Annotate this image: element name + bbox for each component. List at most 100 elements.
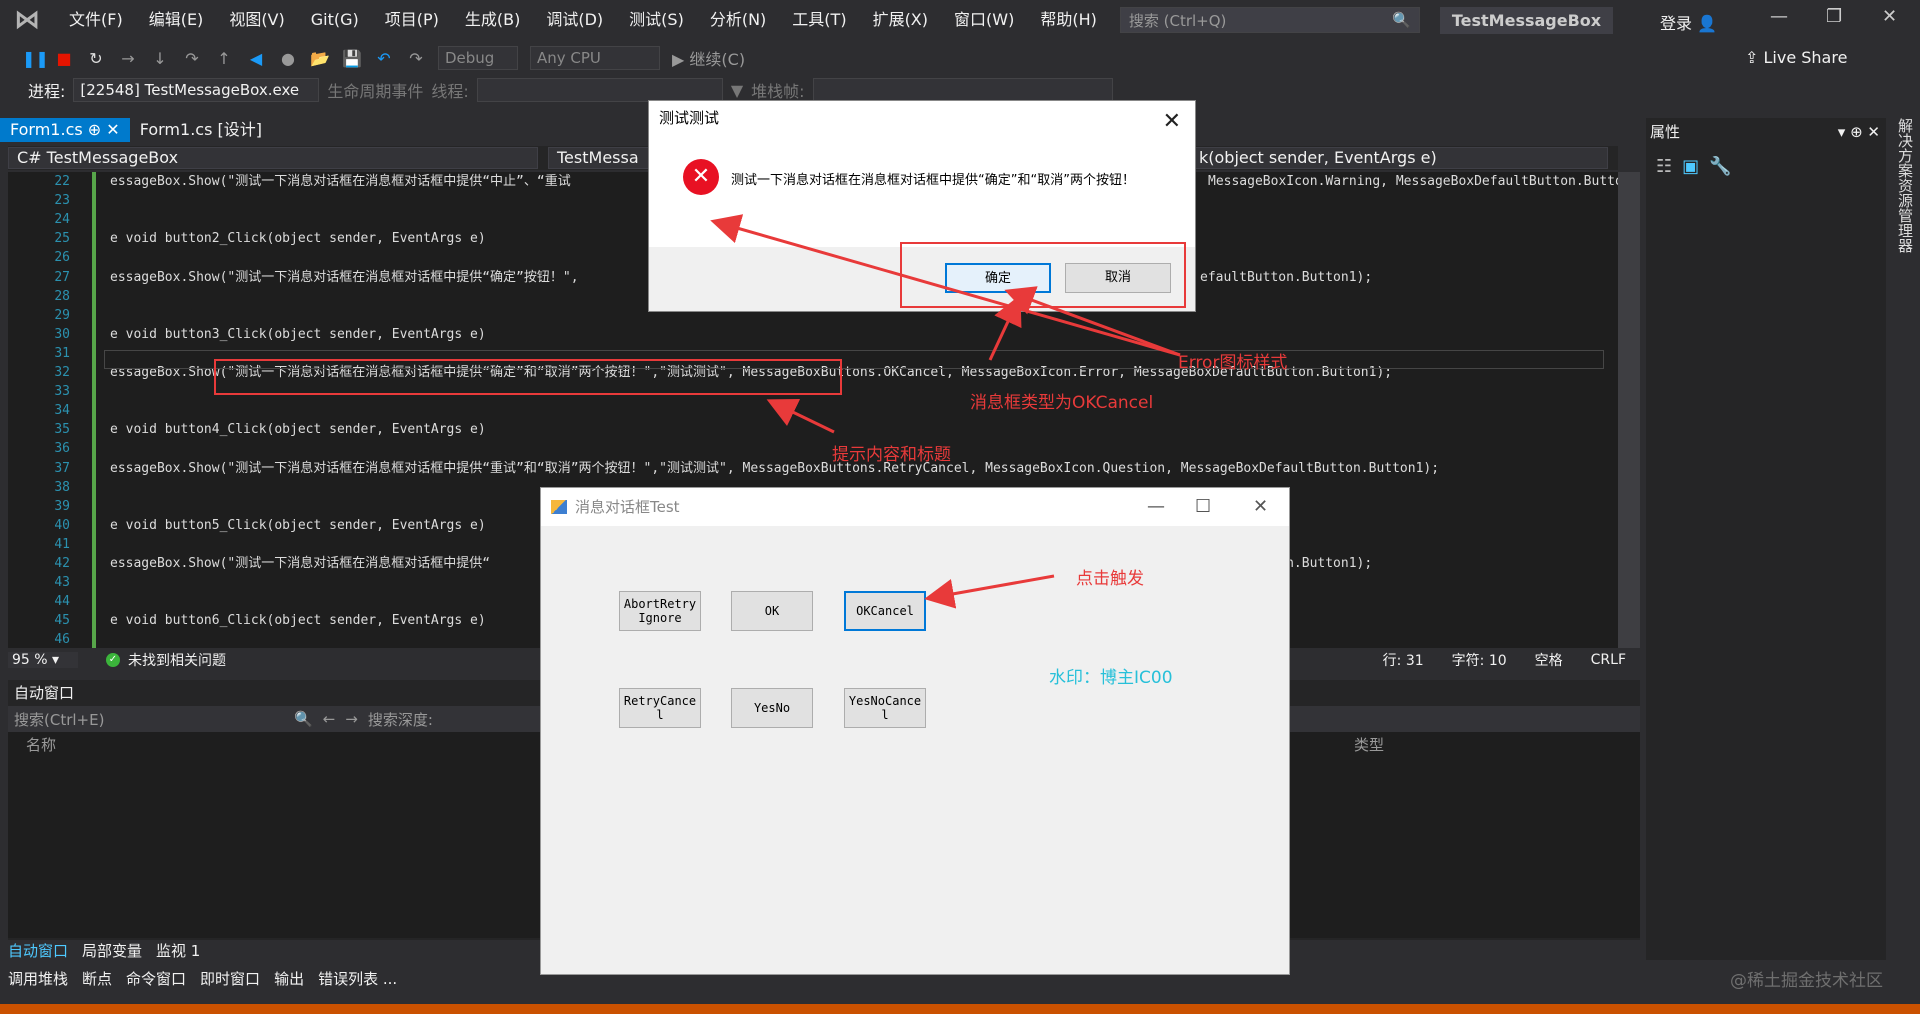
menu-item[interactable]: 编辑(E) [136,0,217,40]
properties-toolbar: ☷ ▣ 🔧 [1646,146,1886,186]
editor-scrollbar[interactable] [1618,172,1640,648]
pin-icon[interactable]: ⊕ [88,120,101,139]
menu-item[interactable]: 测试(S) [616,0,697,40]
whitespace-mode[interactable]: 空格 [1535,650,1563,670]
close-icon[interactable]: ▾ ⊕ ✕ [1838,118,1880,146]
menu-item[interactable]: Git(G) [298,0,372,40]
pause-icon[interactable]: ❚❚ [22,49,49,68]
menu-item[interactable]: 分析(N) [697,0,779,40]
thread-select[interactable] [476,78,723,102]
continue-button[interactable]: ▶ 继续(C) [672,46,745,70]
menu-item[interactable]: 生成(B) [452,0,533,40]
tool-window-tab[interactable]: 调用堆栈 [8,968,68,990]
ok-type-button[interactable]: OK [731,591,813,631]
step-over-icon[interactable]: ↷ [182,49,202,68]
tool-window-tab[interactable]: 输出 [274,968,304,990]
close-icon[interactable]: ✕ [106,120,119,139]
redo-icon[interactable]: ↷ [406,49,426,68]
ok-cancel-button[interactable]: OKCancel [844,591,926,631]
annotation-content: 提示内容和标题 [832,445,951,465]
line-number: 行: 31 [1382,653,1424,669]
code-text: e void button2_Click(object sender, Even… [110,231,486,247]
undo-icon[interactable]: ↶ [374,49,394,68]
line-number: 45 [54,613,70,629]
user-icon: 👤 [1697,14,1718,33]
line-number: 31 [54,345,70,361]
minimize-button[interactable]: — [1770,6,1788,27]
debug-tab[interactable]: 自动窗口 [8,940,68,962]
properties-icon[interactable]: ▣ [1682,156,1699,177]
debug-tab[interactable]: 局部变量 [82,940,142,962]
login-link[interactable]: 登录 👤 [1660,10,1717,34]
platform-select[interactable]: Any CPU [530,46,660,70]
platform-value: Any CPU [537,49,601,67]
menu-item[interactable]: 帮助(H) [1027,0,1110,40]
categorized-icon[interactable]: ☷ [1656,156,1672,177]
configuration-select[interactable]: Debug [438,46,518,70]
stack-frame-select[interactable] [812,78,1113,102]
back-arrow-icon[interactable]: ← [323,710,336,728]
dialog-close-button[interactable]: ✕ [1163,105,1181,139]
autos-search-placeholder: 搜索(Ctrl+E) [14,710,105,729]
lifecycle-events[interactable]: 生命周期事件 [327,78,423,102]
show-next-icon[interactable]: → [118,49,138,68]
wrench-icon[interactable]: 🔧 [1709,156,1731,177]
menu-item[interactable]: 视图(V) [216,0,297,40]
menu-item[interactable]: 工具(T) [779,0,859,40]
code-text-tail: efaultButton.Button1); [1200,269,1373,285]
yes-no-cancel-button[interactable]: YesNoCancel [844,688,926,728]
code-line[interactable]: 34 [8,401,1608,420]
column-type[interactable]: 类型 [1354,732,1384,758]
tool-window-tab[interactable]: 即时窗口 [200,968,260,990]
line-number: 42 [54,556,70,571]
form-title-bar: 消息对话框Test — ☐ ✕ [541,488,1289,526]
step-into-icon[interactable]: ↓ [150,49,170,68]
step-out-icon[interactable]: ↑ [214,49,234,68]
menu-item[interactable]: 窗口(W) [941,0,1027,40]
live-share-button[interactable]: ⇪ Live Share [1745,48,1847,67]
form-minimize-button[interactable]: — [1147,488,1165,526]
filter-icon[interactable]: ▼ [731,81,743,100]
tab-form1-design[interactable]: Form1.cs [设计] [130,118,272,142]
tool-window-tab[interactable]: 错误列表 ... [318,968,397,990]
line-number: 37 [54,460,70,476]
open-folder-icon[interactable]: 📂 [310,49,330,68]
form-close-button[interactable]: ✕ [1253,488,1268,526]
stop-icon[interactable]: ■ [54,49,74,68]
forward-icon[interactable]: ● [278,49,298,68]
error-icon: ✕ [683,159,719,195]
code-line[interactable]: 30 e void button3_Click(object sender, Ev… [8,325,1608,344]
code-line[interactable]: 35 e void button4_Click(object sender, Ev… [8,420,1608,439]
restore-button[interactable]: ❐ [1826,6,1842,27]
menu-item[interactable]: 扩展(X) [860,0,941,40]
restart-icon[interactable]: ↻ [86,49,106,68]
save-icon[interactable]: 💾 [342,49,362,68]
tool-window-tab[interactable]: 命令窗口 [126,968,186,990]
tool-window-tab[interactable]: 断点 [82,968,112,990]
project-select[interactable]: C# TestMessageBox [8,147,538,169]
solution-explorer-tab[interactable]: 解决方案资源管理器 [1886,118,1916,418]
debug-tab[interactable]: 监视 1 [156,940,200,962]
retry-cancel-button[interactable]: RetryCancel [619,688,701,728]
search-input[interactable]: 搜索 (Ctrl+Q) 🔍 [1119,7,1420,33]
yes-no-button[interactable]: YesNo [731,688,813,728]
visual-studio-logo-icon[interactable]: ⋈ [12,5,42,35]
process-select[interactable]: [22548] TestMessageBox.exe [73,78,320,102]
code-line[interactable]: 37 essageBox.Show("测试一下消息对话框在消息框对话框中提供“重试… [8,459,1608,478]
code-text: essageBox.Show("测试一下消息对话框在消息框对话框中提供“重试”和… [110,460,1440,476]
line-ending[interactable]: CRLF [1591,652,1626,668]
issues-status[interactable]: 未找到相关问题 [128,650,226,670]
back-icon[interactable]: ◀ [246,49,266,68]
column-name[interactable]: 名称 [26,732,56,758]
abort-retry-ignore-button[interactable]: AbortRetryIgnore [619,591,701,631]
tab-form1-cs[interactable]: Form1.cs ⊕ ✕ [0,118,130,142]
menu-item[interactable]: 项目(P) [372,0,452,40]
menu-item[interactable]: 调试(D) [533,0,616,40]
code-line[interactable]: 36 [8,439,1608,458]
close-window-button[interactable]: ✕ [1882,6,1897,27]
forward-arrow-icon[interactable]: → [345,710,358,728]
search-icon: 🔍 [1392,11,1411,29]
menu-item[interactable]: 文件(F) [56,0,136,40]
zoom-select[interactable]: 95 % ▾ [8,652,78,668]
form-maximize-button[interactable]: ☐ [1195,488,1211,526]
